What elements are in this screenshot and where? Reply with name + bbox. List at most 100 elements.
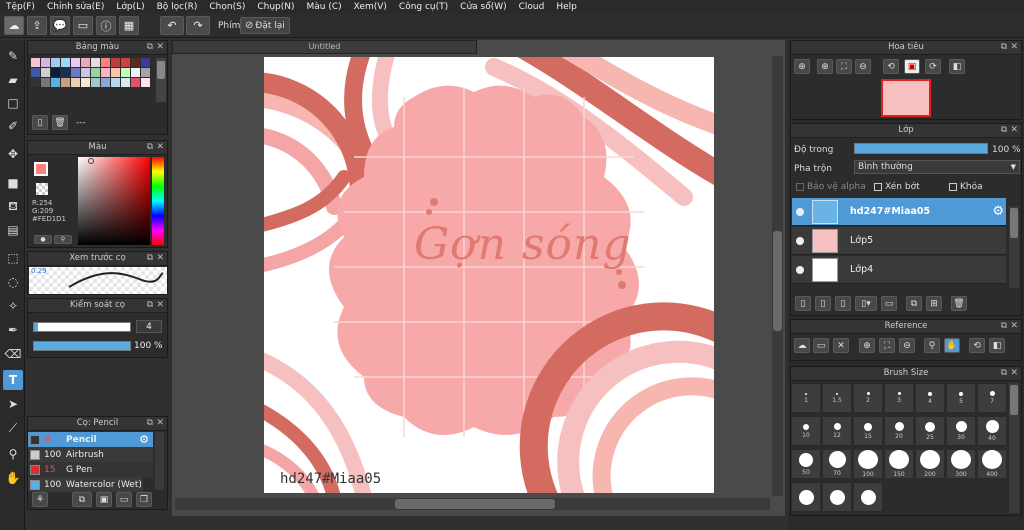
brush-size-cell[interactable]: 1 — [791, 383, 821, 413]
nav-zoom-out-button[interactable]: ⊖ — [855, 59, 871, 74]
clipping-checkbox[interactable]: Xén bớt — [874, 182, 920, 192]
float-icon[interactable]: ⧉ — [147, 299, 153, 312]
menu-capture[interactable]: Chụp(N) — [257, 2, 294, 12]
palette-swatch[interactable] — [71, 58, 80, 67]
reset-button[interactable]: ⊘ Đặt lại — [240, 17, 290, 34]
saturation-value-picker[interactable] — [78, 157, 150, 245]
brush-size-cell[interactable]: 12 — [822, 416, 852, 446]
hand-tool[interactable]: ✋ — [3, 468, 23, 488]
navigator-thumbnail[interactable] — [881, 79, 931, 117]
close-icon[interactable]: ✕ — [156, 417, 164, 430]
palette-swatch[interactable] — [111, 78, 120, 87]
new-palette-button[interactable]: ▯ — [32, 115, 48, 130]
palette-swatch[interactable] — [121, 68, 130, 77]
hue-slider[interactable] — [152, 157, 164, 245]
magic-wand-tool[interactable]: ✧ — [3, 296, 23, 316]
palette-swatch[interactable] — [41, 58, 50, 67]
layer-row-lop4[interactable]: Lớp4 — [792, 256, 1006, 284]
duplicate-layer-button[interactable]: ⧉ — [906, 296, 922, 311]
eraser-tool[interactable]: ▰ — [3, 70, 23, 90]
float-icon[interactable]: ⧉ — [1001, 320, 1007, 333]
brush-size-cell[interactable]: 50 — [791, 449, 821, 479]
palette-swatch[interactable] — [91, 78, 100, 87]
menu-edit[interactable]: Chỉnh sửa(E) — [47, 2, 104, 12]
lock-checkbox[interactable]: Khóa — [949, 182, 983, 192]
palette-swatch[interactable] — [101, 78, 110, 87]
palette-swatch[interactable] — [121, 58, 130, 67]
brush-size-cell[interactable]: 100 — [853, 449, 883, 479]
new-layer-8bit-button[interactable]: ▯ — [815, 296, 831, 311]
close-icon[interactable]: ✕ — [1010, 41, 1018, 54]
brush-opacity-slider[interactable] — [33, 341, 131, 351]
palette-swatch[interactable] — [141, 68, 150, 77]
close-icon[interactable]: ✕ — [156, 141, 164, 154]
ref-fit-button[interactable]: ⛶ — [879, 338, 895, 353]
close-icon[interactable]: ✕ — [156, 299, 164, 312]
brush-size-cell[interactable]: 2 — [853, 383, 883, 413]
eye-icon[interactable] — [796, 207, 804, 216]
palette-swatch[interactable] — [121, 78, 130, 87]
palette-swatch[interactable] — [111, 58, 120, 67]
brush-size-cell[interactable]: 200 — [915, 449, 945, 479]
menu-file[interactable]: Tệp(F) — [6, 2, 35, 12]
document-canvas[interactable]: Gợn sóng hd247#Miaa05 — [264, 57, 714, 493]
palette-swatch[interactable] — [61, 68, 70, 77]
palette-swatch[interactable] — [101, 58, 110, 67]
brush-size-cell[interactable]: 15 — [853, 416, 883, 446]
blend-mode-select[interactable]: Bình thường ▼ — [854, 160, 1020, 174]
brush-dup-button[interactable]: ⧉ — [72, 492, 92, 507]
brush-item-pencil[interactable]: 4 Pencil ⚙ — [28, 432, 153, 447]
gear-icon[interactable]: ⚙ — [139, 433, 149, 446]
brush-size-cell[interactable]: 7 — [977, 383, 1007, 413]
operation-tool[interactable]: ➤ — [3, 394, 23, 414]
float-icon[interactable]: ⧉ — [147, 252, 153, 265]
brush-size-cell[interactable]: 4 — [915, 383, 945, 413]
brush-size-cell[interactable]: 10 — [791, 416, 821, 446]
palette-swatch[interactable] — [41, 78, 50, 87]
brush-size-cell[interactable]: 400 — [977, 449, 1007, 479]
menu-select[interactable]: Chọn(S) — [209, 2, 245, 12]
cloud-button[interactable]: ☁ — [4, 16, 24, 35]
palette-swatch[interactable] — [101, 68, 110, 77]
gear-icon[interactable]: ⚙ — [992, 204, 1004, 219]
brush-size-cell[interactable]: 25 — [915, 416, 945, 446]
layer-row-hd247[interactable]: hd247#Miaa05 ⚙ — [792, 198, 1006, 226]
ref-zoom-out-button[interactable]: ⊖ — [899, 338, 915, 353]
view-button[interactable]: ▭ — [73, 16, 93, 35]
ref-zoom-in-button[interactable]: ⊕ — [859, 338, 875, 353]
brush-item-airbrush[interactable]: 100 Airbrush — [28, 447, 153, 462]
ref-new-button[interactable]: ☁ — [794, 338, 810, 353]
palette-swatch[interactable] — [31, 58, 40, 67]
brush-size-cell[interactable]: 40 — [977, 416, 1007, 446]
select-pen-tool[interactable]: ✒ — [3, 320, 23, 340]
rect-tool[interactable]: ■ — [3, 173, 23, 193]
color-mode-button[interactable]: ● — [34, 235, 52, 244]
new-layer-1bit-button[interactable]: ▯ — [835, 296, 851, 311]
menu-filter[interactable]: Bộ lọc(R) — [157, 2, 198, 12]
brush-add-button[interactable]: ⚘ — [32, 492, 48, 507]
palette-swatch[interactable] — [141, 78, 150, 87]
canvas-horizontal-scrollbar[interactable] — [175, 498, 770, 510]
grid-button[interactable]: ▦ — [119, 16, 139, 35]
ref-rotate-button[interactable]: ⟲ — [969, 338, 985, 353]
brush-size-cell[interactable] — [853, 482, 883, 512]
palette-swatch[interactable] — [51, 78, 60, 87]
palette-swatch[interactable] — [111, 68, 120, 77]
palette-swatch[interactable] — [81, 58, 90, 67]
ref-flip-button[interactable]: ◧ — [989, 338, 1005, 353]
info-button[interactable]: ⓘ — [96, 16, 116, 35]
tab-untitled[interactable]: Untitled — [172, 40, 477, 54]
chat-button[interactable]: 💬 — [50, 16, 70, 35]
add-layer-menu-button[interactable]: ▯▾ — [855, 296, 877, 311]
menu-view[interactable]: Xem(V) — [354, 2, 387, 12]
brush-size-scrollbar[interactable] — [1009, 383, 1019, 513]
float-icon[interactable]: ⧉ — [1001, 124, 1007, 137]
layer-row-lop5[interactable]: Lớp5 — [792, 227, 1006, 255]
eyedrop-button[interactable]: ⚲ — [54, 235, 72, 244]
merge-layer-button[interactable]: ⊞ — [926, 296, 942, 311]
close-icon[interactable]: ✕ — [1010, 367, 1018, 380]
eye-icon[interactable] — [796, 265, 804, 274]
brush-size-cell[interactable]: 5 — [946, 383, 976, 413]
palette-swatch[interactable] — [141, 58, 150, 67]
brush-stack-button[interactable]: ❐ — [136, 492, 152, 507]
